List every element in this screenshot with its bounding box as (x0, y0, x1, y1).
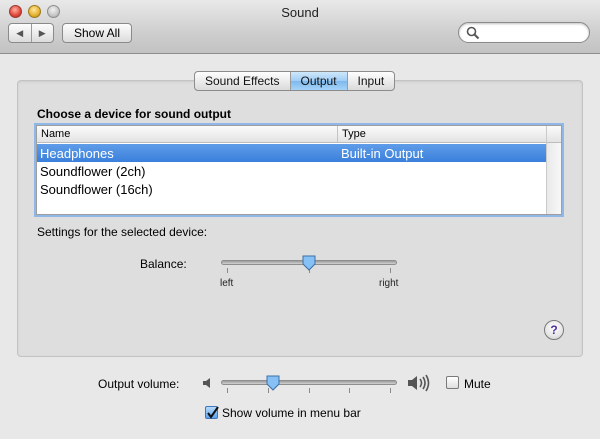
header-corner (547, 126, 561, 143)
device-name: Headphones (40, 146, 114, 161)
balance-slider-thumb[interactable] (302, 255, 316, 271)
table-scrollbar[interactable] (546, 126, 561, 214)
show-volume-menu-checkbox[interactable] (205, 406, 219, 419)
search-field[interactable] (458, 22, 590, 43)
forward-button[interactable]: ▶ (30, 24, 54, 42)
tab-sound-effects[interactable]: Sound Effects (195, 72, 289, 90)
device-type: Built-in Output (341, 146, 424, 161)
window-title: Sound (281, 5, 319, 20)
show-all-button[interactable]: Show All (62, 23, 132, 43)
volume-tick (309, 388, 310, 393)
volume-tick (227, 388, 228, 393)
tab-bar: Sound Effects Output Input (194, 71, 396, 91)
column-header-type[interactable]: Type (337, 126, 370, 142)
table-row[interactable]: Soundflower (2ch) (37, 162, 547, 180)
search-input[interactable] (483, 25, 583, 40)
volume-slider-thumb[interactable] (266, 375, 280, 391)
search-icon (466, 26, 480, 40)
tab-input[interactable]: Input (346, 72, 395, 90)
mute-label: Mute (464, 377, 491, 391)
speaker-high-icon (408, 374, 430, 392)
tab-output[interactable]: Output (289, 72, 347, 90)
volume-tick (349, 388, 350, 393)
back-forward-control: ◀ ▶ (8, 23, 54, 43)
title-toolbar: Sound ◀ ▶ Show All (0, 0, 600, 54)
table-row[interactable]: Headphones Built-in Output (37, 144, 547, 162)
back-button[interactable]: ◀ (9, 24, 31, 42)
settings-label: Settings for the selected device: (37, 225, 208, 239)
balance-tick (227, 268, 228, 273)
sound-preferences-window: Sound ◀ ▶ Show All Sound Effects Output … (0, 0, 600, 439)
balance-left-label: left (220, 278, 234, 289)
table-row[interactable]: Soundflower (16ch) (37, 180, 547, 198)
device-table[interactable]: Name Type Headphones Built-in Output Sou… (36, 125, 562, 215)
show-volume-menu-label: Show volume in menu bar (222, 406, 361, 420)
column-header-name[interactable]: Name (41, 128, 70, 140)
device-heading: Choose a device for sound output (37, 107, 232, 121)
balance-label: Balance: (140, 257, 187, 271)
balance-tick (390, 268, 391, 273)
speaker-low-icon (203, 378, 210, 388)
output-volume-label: Output volume: (98, 377, 180, 391)
device-name: Soundflower (2ch) (40, 164, 146, 179)
volume-tick (390, 388, 391, 393)
help-button[interactable]: ? (544, 320, 564, 340)
output-panel (17, 80, 583, 357)
device-name: Soundflower (16ch) (40, 182, 153, 197)
balance-right-label: right (379, 278, 399, 289)
table-header: Name Type (37, 126, 547, 143)
volume-slider-track[interactable] (221, 380, 397, 385)
mute-checkbox[interactable] (446, 376, 459, 389)
